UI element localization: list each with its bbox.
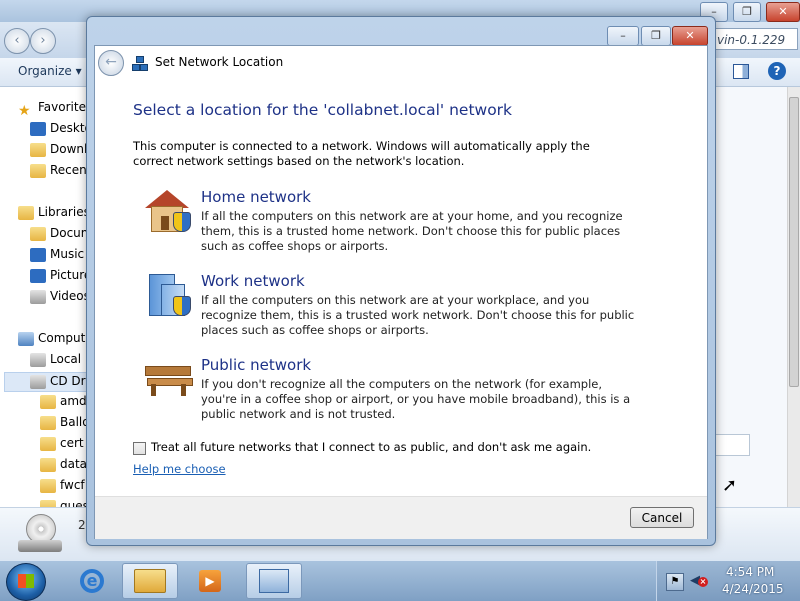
- dialog-maximize-button[interactable]: ❐: [641, 26, 671, 46]
- mouse-cursor-icon: ➚: [722, 475, 738, 496]
- nav-label: Videos: [50, 289, 90, 303]
- cd-drive-icon: [30, 374, 46, 389]
- nav-label: gues: [60, 499, 89, 507]
- dialog-footer: Cancel: [95, 496, 707, 539]
- taskbar: e ▶ ⚑ ◀ × 4:54 PM 4/24/2015: [0, 560, 800, 601]
- folder-icon: [40, 394, 56, 409]
- pictures-icon: [30, 268, 46, 283]
- taskbar-network-dialog[interactable]: [246, 563, 302, 599]
- address-bar[interactable]: vin-0.1.229: [712, 28, 798, 50]
- nav-label: fwcf: [60, 478, 85, 492]
- downloads-icon: [30, 142, 46, 157]
- option-title[interactable]: Work network: [201, 272, 305, 290]
- folder-icon: [134, 569, 166, 593]
- nav-label: Music: [50, 247, 85, 261]
- folder-icon: [40, 478, 56, 493]
- libraries-icon: [18, 205, 34, 220]
- local-disk-icon: [30, 352, 46, 367]
- clock-date[interactable]: 4/24/2015: [722, 582, 784, 596]
- work-network-option[interactable]: Work network If all the computers on thi…: [145, 272, 645, 352]
- action-center-icon[interactable]: ⚑: [666, 573, 684, 591]
- clock-time[interactable]: 4:54 PM: [726, 565, 774, 579]
- help-icon[interactable]: ?: [768, 62, 786, 80]
- navigation-pane: ★ Favorites Deskto Downl Recent Libraries…: [0, 87, 96, 507]
- dialog-minimize-button[interactable]: –: [607, 26, 639, 46]
- internet-explorer-icon: e: [80, 569, 104, 593]
- back-arrow-button[interactable]: ←: [98, 50, 124, 76]
- desktop-icon: [30, 121, 46, 136]
- back-button[interactable]: ‹: [4, 28, 30, 54]
- taskbar-media-player[interactable]: ▶: [192, 563, 228, 599]
- vertical-scrollbar[interactable]: [787, 87, 800, 507]
- treat-as-public-checkbox[interactable]: [133, 442, 146, 455]
- music-icon: [30, 247, 46, 262]
- taskbar-internet-explorer[interactable]: e: [74, 563, 110, 599]
- explorer-close-button[interactable]: ✕: [766, 2, 800, 22]
- forward-button[interactable]: ›: [30, 28, 56, 54]
- page-heading: Select a location for the 'collabnet.loc…: [133, 101, 513, 119]
- home-network-icon: [145, 188, 195, 236]
- network-icon: [132, 56, 148, 71]
- nav-label: Libraries: [38, 205, 90, 219]
- option-description: If all the computers on this network are…: [201, 209, 623, 253]
- scrollbar-thumb[interactable]: [789, 97, 799, 387]
- details-text: 2: [78, 518, 86, 532]
- media-player-icon: ▶: [199, 570, 221, 592]
- work-network-icon: [145, 272, 195, 320]
- folder-icon: [40, 499, 56, 507]
- cancel-button[interactable]: Cancel: [630, 507, 694, 528]
- folder-icon: [40, 457, 56, 472]
- recent-places-icon: [30, 163, 46, 178]
- nav-label: Downl: [50, 142, 88, 156]
- dialog-close-button[interactable]: ✕: [672, 26, 708, 46]
- option-description: If all the computers on this network are…: [201, 293, 635, 337]
- taskbar-windows-explorer[interactable]: [122, 563, 178, 599]
- option-title[interactable]: Public network: [201, 356, 311, 374]
- treat-as-public-label[interactable]: Treat all future networks that I connect…: [151, 440, 591, 454]
- cd-drive-icon: [18, 514, 62, 554]
- start-button[interactable]: [6, 563, 46, 601]
- dialog-header: ← Set Network Location: [95, 46, 707, 80]
- option-title[interactable]: Home network: [201, 188, 311, 206]
- speaker-muted-icon[interactable]: ◀ ×: [690, 573, 708, 589]
- nav-label: Favorites: [38, 100, 93, 114]
- option-description: If you don't recognize all the computers…: [201, 377, 631, 421]
- organize-button[interactable]: Organize ▾: [18, 64, 82, 78]
- help-me-choose-link[interactable]: Help me choose: [133, 462, 226, 476]
- nav-label: Comput: [38, 331, 86, 345]
- computer-icon: [18, 331, 34, 346]
- folder-icon: [40, 415, 56, 430]
- nav-label: data: [60, 457, 88, 471]
- set-network-location-dialog: – ❐ ✕ ← Set Network Location Select a lo…: [86, 16, 716, 546]
- dialog-content: ← Set Network Location Select a location…: [94, 45, 708, 539]
- nav-label: cert: [60, 436, 84, 450]
- content-input[interactable]: [712, 434, 750, 456]
- explorer-maximize-button[interactable]: ❐: [733, 2, 761, 22]
- network-window-icon: [259, 569, 289, 593]
- intro-text: This computer is connected to a network.…: [133, 139, 590, 168]
- home-network-option[interactable]: Home network If all the computers on thi…: [145, 188, 645, 268]
- star-icon: ★: [18, 102, 31, 118]
- documents-icon: [30, 226, 46, 241]
- preview-pane-icon[interactable]: [733, 64, 749, 79]
- public-network-icon: [145, 356, 195, 404]
- windows-logo-icon: [18, 574, 34, 588]
- folder-icon: [40, 436, 56, 451]
- videos-icon: [30, 289, 46, 304]
- dialog-title: Set Network Location: [155, 55, 284, 69]
- public-network-option[interactable]: Public network If you don't recognize al…: [145, 356, 645, 436]
